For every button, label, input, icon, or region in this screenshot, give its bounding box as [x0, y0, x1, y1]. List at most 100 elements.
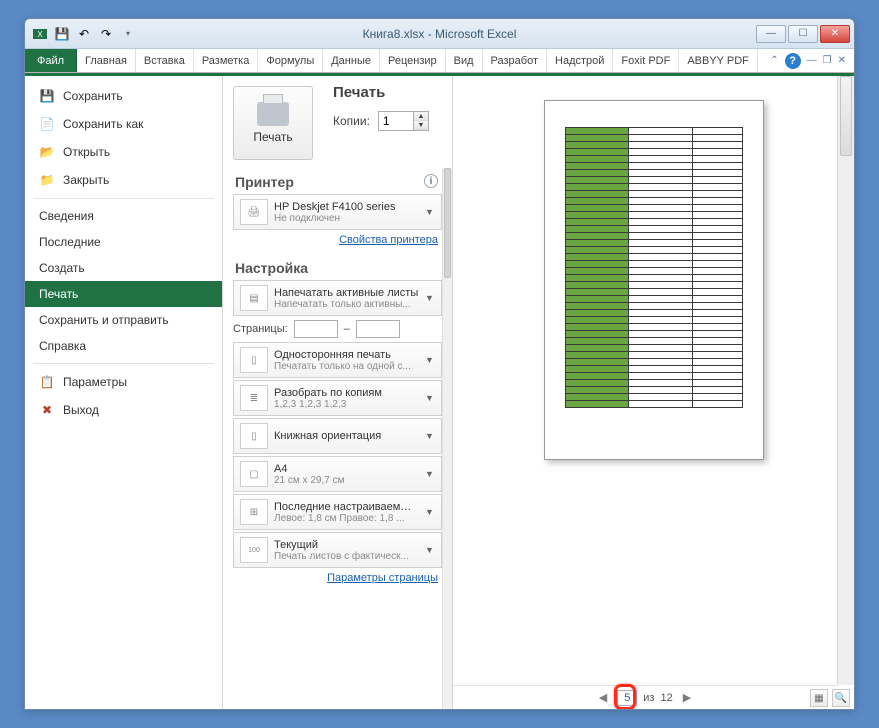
nav-help[interactable]: Справка	[25, 333, 222, 359]
spin-down-icon[interactable]: ▼	[414, 121, 428, 130]
paper-size-select[interactable]: ▢ A4 21 см x 29,7 см ▼	[233, 456, 442, 492]
save-icon[interactable]: 💾	[53, 25, 71, 43]
tab-addins[interactable]: Надстрой	[547, 49, 613, 72]
nav-save-send[interactable]: Сохранить и отправить	[25, 307, 222, 333]
exit-icon: ✖	[39, 402, 55, 418]
excel-icon: X	[31, 25, 49, 43]
info-icon[interactable]: i	[424, 174, 438, 188]
backstage-nav: 💾Сохранить 📄Сохранить как 📂Открыть 📁Закр…	[25, 76, 223, 709]
chevron-down-icon: ▼	[425, 507, 437, 517]
qat-dropdown-icon[interactable]: ▾	[119, 25, 137, 43]
copies-input[interactable]	[379, 114, 413, 128]
pages-to-input[interactable]	[356, 320, 400, 338]
document-name: Книга8.xlsx	[363, 27, 425, 41]
chevron-down-icon: ▼	[425, 293, 437, 303]
print-header: Печать Копии: ▲▼	[333, 84, 429, 131]
tab-review[interactable]: Рецензир	[380, 49, 446, 72]
orientation-select[interactable]: ▯ Книжная ориентация ▼	[233, 418, 442, 454]
nav-separator	[33, 198, 214, 199]
window-controls: — ☐ ✕	[756, 25, 854, 43]
nav-close[interactable]: 📁Закрыть	[25, 166, 222, 194]
printer-device-icon: 🖨	[240, 199, 268, 225]
file-tab[interactable]: Файл	[25, 49, 77, 72]
tab-data[interactable]: Данные	[323, 49, 380, 72]
pages-from-input[interactable]	[294, 320, 338, 338]
scaling-select[interactable]: 100 Текущий Печать листов с фактическ...…	[233, 532, 442, 568]
maximize-button[interactable]: ☐	[788, 25, 818, 43]
redo-icon[interactable]: ↷	[97, 25, 115, 43]
tab-formulas[interactable]: Формулы	[258, 49, 323, 72]
help-icon[interactable]: ?	[785, 53, 801, 69]
ribbon-tabs: Файл Главная Вставка Разметка Формулы Да…	[25, 49, 854, 73]
portrait-icon: ▯	[240, 423, 268, 449]
current-page-input[interactable]	[617, 690, 637, 706]
margins-select[interactable]: ⊞ Последние настраиваемые ... Левое: 1,8…	[233, 494, 442, 530]
copies-spinner[interactable]: ▲▼	[378, 111, 429, 131]
nav-recent[interactable]: Последние	[25, 229, 222, 255]
nav-saveas[interactable]: 📄Сохранить как	[25, 110, 222, 138]
save-icon: 💾	[39, 88, 55, 104]
open-icon: 📂	[39, 144, 55, 160]
prev-page-button[interactable]: ◀	[595, 691, 611, 704]
scrollbar-thumb[interactable]	[444, 168, 451, 278]
show-margins-icon[interactable]: ▦	[810, 689, 828, 707]
nav-save[interactable]: 💾Сохранить	[25, 82, 222, 110]
of-label: из	[643, 692, 654, 704]
quick-access-toolbar: X 💾 ↶ ↷ ▾	[25, 25, 137, 43]
options-icon: 📋	[39, 374, 55, 390]
preview-pager: ◀ из 12 ▶	[453, 685, 837, 709]
doc-restore-icon[interactable]: ❐	[823, 55, 832, 66]
printer-section-heading: Принтер i	[235, 174, 452, 190]
tab-layout[interactable]: Разметка	[194, 49, 259, 72]
total-pages: 12	[660, 692, 672, 704]
settings-scrollbar[interactable]	[442, 168, 452, 709]
tab-developer[interactable]: Разработ	[483, 49, 547, 72]
preview-table	[565, 127, 743, 408]
doc-close-icon[interactable]: ✕	[838, 55, 846, 66]
nav-new[interactable]: Создать	[25, 255, 222, 281]
tab-home[interactable]: Главная	[77, 49, 136, 72]
nav-print[interactable]: Печать	[25, 281, 222, 307]
tab-abbyy[interactable]: ABBYY PDF	[679, 49, 758, 72]
tab-insert[interactable]: Вставка	[136, 49, 194, 72]
nav-info[interactable]: Сведения	[25, 203, 222, 229]
pages-label: Страницы:	[233, 323, 288, 335]
settings-section-heading: Настройка	[235, 260, 452, 276]
collate-icon: ≣	[240, 385, 268, 411]
minimize-button[interactable]: —	[756, 25, 786, 43]
nav-options[interactable]: 📋Параметры	[25, 368, 222, 396]
preview-view-icons: ▦ 🔍	[810, 689, 850, 707]
nav-open[interactable]: 📂Открыть	[25, 138, 222, 166]
sheets-icon: ▤	[240, 285, 268, 311]
close-button[interactable]: ✕	[820, 25, 850, 43]
chevron-down-icon: ▼	[425, 207, 437, 217]
preview-page	[544, 100, 764, 460]
nav-exit[interactable]: ✖Выход	[25, 396, 222, 424]
chevron-down-icon: ▼	[425, 545, 437, 555]
print-what-select[interactable]: ▤ Напечатать активные листы Напечатать т…	[233, 280, 442, 316]
page-setup-link[interactable]: Параметры страницы	[223, 572, 438, 584]
undo-icon[interactable]: ↶	[75, 25, 93, 43]
chevron-down-icon: ▼	[425, 469, 437, 479]
scrollbar-thumb[interactable]	[840, 76, 852, 156]
backstage-print: 💾Сохранить 📄Сохранить как 📂Открыть 📁Закр…	[25, 73, 854, 709]
ribbon-minimize-icon[interactable]: ⌃	[770, 55, 778, 66]
print-heading: Печать	[333, 84, 429, 101]
spin-up-icon[interactable]: ▲	[414, 112, 428, 121]
ribbon-right-controls: ⌃ ? — ❐ ✕	[770, 49, 854, 72]
collate-select[interactable]: ≣ Разобрать по копиям 1,2,3 1,2,3 1,2,3 …	[233, 380, 442, 416]
one-sided-icon: ▯	[240, 347, 268, 373]
pages-range-row: Страницы: –	[233, 320, 442, 338]
scaling-icon: 100	[240, 537, 268, 563]
pages-dash: –	[344, 323, 350, 335]
printer-select[interactable]: 🖨 HP Deskjet F4100 series Не подключен ▼	[233, 194, 442, 230]
sides-select[interactable]: ▯ Односторонняя печать Печатать только н…	[233, 342, 442, 378]
tab-foxit[interactable]: Foxit PDF	[613, 49, 679, 72]
preview-scrollbar[interactable]	[837, 76, 854, 685]
print-button[interactable]: Печать	[233, 86, 313, 160]
next-page-button[interactable]: ▶	[679, 691, 695, 704]
printer-properties-link[interactable]: Свойства принтера	[223, 234, 438, 246]
tab-view[interactable]: Вид	[446, 49, 483, 72]
zoom-to-page-icon[interactable]: 🔍	[832, 689, 850, 707]
doc-minimize-icon[interactable]: —	[807, 55, 817, 66]
